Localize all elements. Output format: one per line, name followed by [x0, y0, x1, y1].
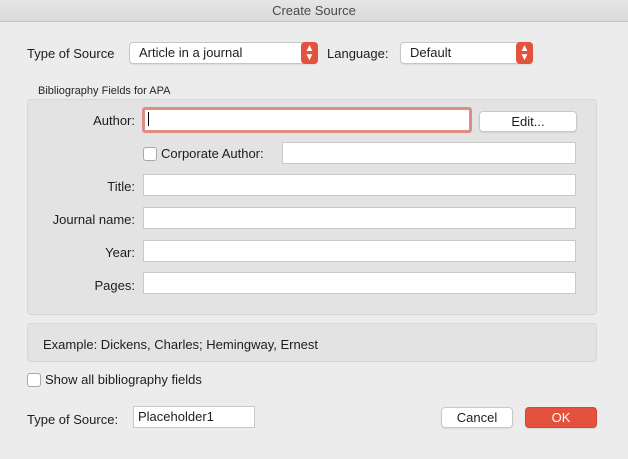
journal-name-label: Journal name: [52, 212, 135, 227]
title-label: Title: [107, 179, 135, 194]
edit-button[interactable]: Edit... [479, 111, 577, 132]
title-input[interactable] [143, 174, 576, 196]
corporate-author-input[interactable] [282, 142, 576, 164]
language-popup[interactable]: Default ▲ ▼ [400, 42, 533, 64]
author-input[interactable] [142, 107, 472, 133]
text-cursor [148, 112, 149, 126]
show-all-checkbox[interactable] [27, 373, 41, 387]
pages-input[interactable] [143, 272, 576, 294]
ok-button[interactable]: OK [525, 407, 597, 428]
up-down-chevron-icon: ▲ ▼ [301, 42, 318, 64]
tag-value: Placeholder1 [138, 409, 214, 424]
language-label: Language: [327, 46, 389, 61]
corporate-author-checkbox[interactable] [143, 147, 157, 161]
language-value: Default [410, 45, 452, 60]
tag-label: Type of Source: [27, 412, 119, 427]
year-input[interactable] [143, 240, 576, 262]
tag-input[interactable]: Placeholder1 [133, 406, 255, 428]
year-label: Year: [105, 245, 135, 260]
up-down-chevron-icon: ▲ ▼ [516, 42, 533, 64]
window-title: Create Source [0, 0, 628, 22]
type-of-source-value: Article in a journal [139, 45, 243, 60]
bibliography-fields-title: Bibliography Fields for APA [38, 85, 171, 97]
type-of-source-label: Type of Source [27, 46, 115, 61]
journal-name-input[interactable] [143, 207, 576, 229]
example-text: Example: Dickens, Charles; Hemingway, Er… [43, 337, 319, 352]
show-all-label: Show all bibliography fields [45, 372, 202, 387]
cancel-button[interactable]: Cancel [441, 407, 513, 428]
pages-label: Pages: [94, 278, 135, 293]
corporate-author-label: Corporate Author: [161, 146, 264, 161]
type-of-source-popup[interactable]: Article in a journal ▲ ▼ [129, 42, 318, 64]
author-label: Author: [93, 113, 135, 128]
